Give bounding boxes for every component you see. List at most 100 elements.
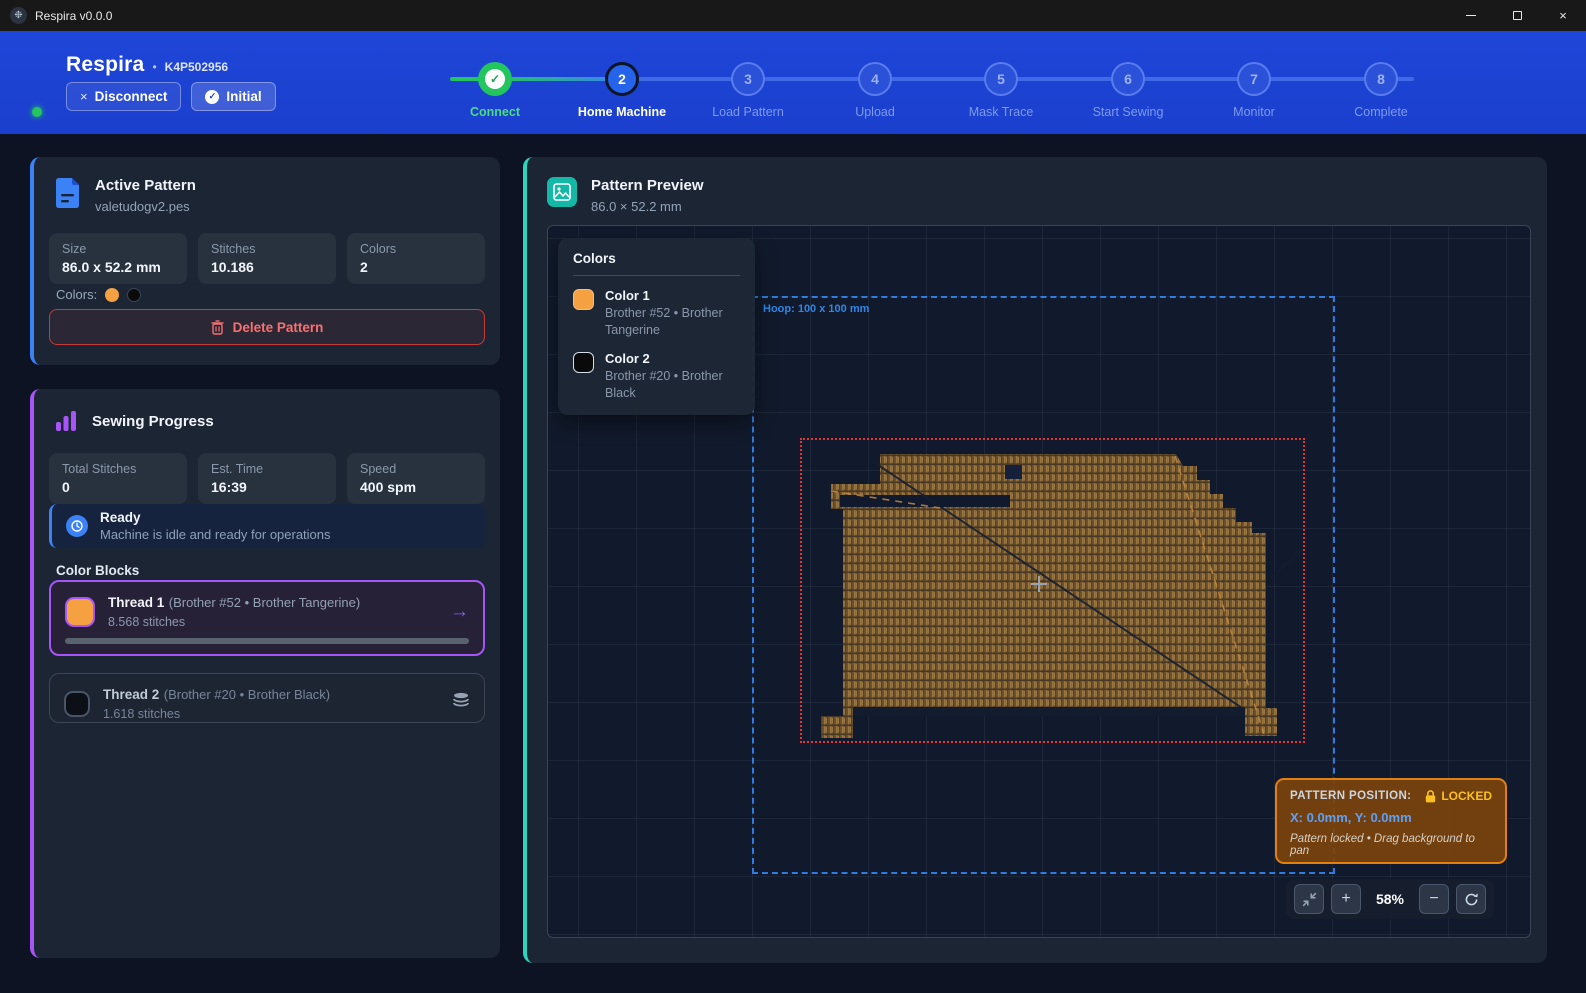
stat-stitches: Stitches 10.186 <box>198 233 336 284</box>
reset-view-button[interactable] <box>1456 884 1486 914</box>
maximize-button[interactable] <box>1494 0 1540 31</box>
step-upload-circle: 4 <box>858 62 892 96</box>
speed-label: Speed <box>360 462 472 476</box>
step-mask-trace[interactable]: 5 Mask Trace <box>941 62 1061 119</box>
stack-icon <box>452 692 470 715</box>
bar-chart-icon <box>54 409 78 433</box>
total-stitches-value: 0 <box>62 479 174 495</box>
status-title: Ready <box>100 510 331 525</box>
step-home-label: Home Machine <box>562 105 682 119</box>
zoom-in-button[interactable]: + <box>1331 884 1361 914</box>
stat-size-value: 86.0 x 52.2 mm <box>62 259 174 275</box>
refresh-icon <box>1464 892 1479 907</box>
minimize-button[interactable] <box>1448 0 1494 31</box>
title-bar: ❉ Respira v0.0.0 × <box>0 0 1586 31</box>
step-load-label: Load Pattern <box>688 105 808 119</box>
machine-status-banner: Ready Machine is idle and ready for oper… <box>49 504 485 548</box>
stat-size: Size 86.0 x 52.2 mm <box>49 233 187 284</box>
thread-1-block[interactable]: Thread 1 (Brother #52 • Brother Tangerin… <box>49 580 485 656</box>
thread-2-name: Thread 2 <box>103 687 159 702</box>
initial-button[interactable]: ✓ Initial <box>191 82 275 111</box>
legend-detail-1: Brother #52 • Brother Tangerine <box>605 305 740 339</box>
image-icon <box>547 177 577 207</box>
colors-label: Colors: <box>56 287 97 302</box>
zoom-out-button[interactable]: − <box>1419 884 1449 914</box>
delete-pattern-label: Delete Pattern <box>233 320 324 335</box>
pan-hint: Pattern locked • Drag background to pan <box>1290 833 1492 857</box>
colors-legend: Colors Color 1 Brother #52 • Brother Tan… <box>558 238 755 415</box>
legend-item-color2: Color 2 Brother #20 • Brother Black <box>573 351 740 402</box>
thread-1-stitches: 8.568 stitches <box>108 615 360 629</box>
pattern-preview-title: Pattern Preview <box>591 177 704 194</box>
initial-check-icon: ✓ <box>205 90 219 104</box>
fit-view-button[interactable] <box>1294 884 1324 914</box>
color-dot-black <box>127 288 141 302</box>
zoom-controls: + 58% − <box>1286 879 1494 919</box>
app-header: Respira • K4P502956 × Disconnect ✓ Initi… <box>0 31 1586 134</box>
hoop-label: Hoop: 100 x 100 mm <box>763 303 869 315</box>
legend-swatch-2 <box>573 352 594 373</box>
pattern-dimensions: 86.0 × 52.2 mm <box>591 199 704 214</box>
stat-colors-value: 2 <box>360 259 472 275</box>
thread-1-swatch <box>65 597 95 627</box>
step-monitor[interactable]: 7 Monitor <box>1194 62 1314 119</box>
step-sewing-label: Start Sewing <box>1068 105 1188 119</box>
step-home-machine[interactable]: 2 Home Machine <box>562 62 682 119</box>
thread-2-stitches: 1.618 stitches <box>103 707 330 721</box>
step-home-circle: 2 <box>605 62 639 96</box>
stat-size-label: Size <box>62 242 174 256</box>
step-complete-label: Complete <box>1321 105 1441 119</box>
step-upload[interactable]: 4 Upload <box>815 62 935 119</box>
window-title: Respira v0.0.0 <box>35 9 112 23</box>
total-stitches-label: Total Stitches <box>62 462 174 476</box>
step-load-circle: 3 <box>731 62 765 96</box>
disconnect-button[interactable]: × Disconnect <box>66 82 181 111</box>
sewing-progress-title: Sewing Progress <box>92 413 214 430</box>
maximize-icon <box>1513 11 1522 20</box>
legend-detail-2: Brother #20 • Brother Black <box>605 368 740 402</box>
thread-2-detail: (Brother #20 • Brother Black) <box>164 687 330 702</box>
sewing-progress-card: Sewing Progress Total Stitches 0 Est. Ti… <box>30 389 500 958</box>
legend-name-2: Color 2 <box>605 351 740 366</box>
pattern-position-overlay: PATTERN POSITION: LOCKED X: 0.0mm, Y: 0.… <box>1275 778 1507 864</box>
step-connect-label: Connect <box>435 105 555 119</box>
step-mask-label: Mask Trace <box>941 105 1061 119</box>
preview-canvas[interactable]: Hoop: 100 x 100 mm <box>547 225 1531 938</box>
file-icon <box>54 177 81 209</box>
thread-2-block[interactable]: Thread 2 (Brother #20 • Brother Black) 1… <box>49 673 485 723</box>
legend-name-1: Color 1 <box>605 288 740 303</box>
stat-speed: Speed 400 spm <box>347 453 485 504</box>
step-complete[interactable]: 8 Complete <box>1321 62 1441 119</box>
close-icon: × <box>1559 8 1567 23</box>
stat-stitches-label: Stitches <box>211 242 323 256</box>
disconnect-label: Disconnect <box>95 89 168 104</box>
close-button[interactable]: × <box>1540 0 1586 31</box>
stat-colors-label: Colors <box>360 242 472 256</box>
arrow-right-icon: → <box>450 601 469 623</box>
est-time-value: 16:39 <box>211 479 323 495</box>
thread-1-progress-bar <box>65 638 469 644</box>
color-dot-orange <box>105 288 119 302</box>
pattern-preview-card: Pattern Preview 86.0 × 52.2 mm Hoop: 100… <box>523 157 1547 963</box>
stat-est-time: Est. Time 16:39 <box>198 453 336 504</box>
delete-pattern-button[interactable]: Delete Pattern <box>49 309 485 345</box>
app-icon: ❉ <box>10 7 27 24</box>
brand-name: Respira <box>66 53 144 77</box>
active-pattern-card: Active Pattern valetudogv2.pes Size 86.0… <box>30 157 500 365</box>
step-start-sewing[interactable]: 6 Start Sewing <box>1068 62 1188 119</box>
step-monitor-circle: 7 <box>1237 62 1271 96</box>
legend-swatch-1 <box>573 289 594 310</box>
step-connect[interactable]: ✓ Connect <box>435 62 555 119</box>
step-connect-circle: ✓ <box>478 62 512 96</box>
connection-status-dot <box>32 107 42 117</box>
step-mask-circle: 5 <box>984 62 1018 96</box>
machine-serial: K4P502956 <box>165 60 228 74</box>
step-upload-label: Upload <box>815 105 935 119</box>
step-load-pattern[interactable]: 3 Load Pattern <box>688 62 808 119</box>
pattern-coordinates: X: 0.0mm, Y: 0.0mm <box>1290 810 1492 825</box>
thread-1-detail: (Brother #52 • Brother Tangerine) <box>169 595 360 610</box>
pattern-position-label: PATTERN POSITION: <box>1290 790 1411 802</box>
legend-item-color1: Color 1 Brother #52 • Brother Tangerine <box>573 288 740 339</box>
step-complete-circle: 8 <box>1364 62 1398 96</box>
stitch-pattern <box>800 438 1305 743</box>
